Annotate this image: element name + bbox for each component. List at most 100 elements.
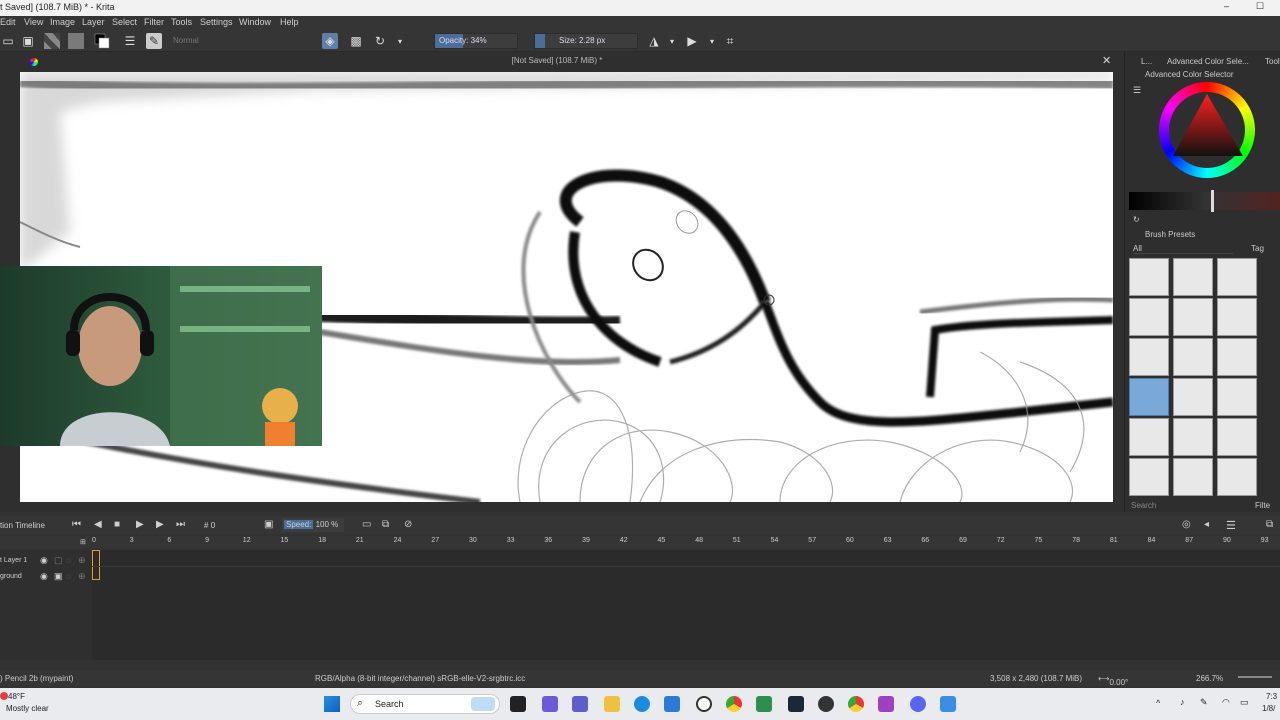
color-history-strip[interactable] <box>1129 192 1280 210</box>
menu-filter[interactable]: Filter <box>144 17 164 27</box>
pin-icon[interactable]: ⊞ <box>80 538 86 546</box>
brush-preset[interactable] <box>1129 458 1169 496</box>
file-explorer-icon[interactable] <box>604 696 620 712</box>
status-zoom[interactable]: 266.7% <box>1196 674 1223 683</box>
color-wheel-icon[interactable] <box>30 58 38 66</box>
brush-preset-active[interactable] <box>1129 378 1169 416</box>
hue-ring[interactable] <box>1159 82 1255 178</box>
brush-preset[interactable] <box>1129 298 1169 336</box>
teams-icon[interactable] <box>572 696 588 712</box>
pen-icon[interactable]: ✎ <box>1200 697 1208 708</box>
eye-icon[interactable]: ◉ <box>40 571 48 582</box>
filter-checkbox[interactable]: Filte <box>1255 501 1270 510</box>
brush-preset[interactable] <box>1129 418 1169 456</box>
menu-select[interactable]: Select <box>112 17 137 27</box>
steam-icon[interactable] <box>788 696 804 712</box>
menu-image[interactable]: Image <box>50 17 75 27</box>
tab-layers[interactable]: L... <box>1141 57 1152 66</box>
chrome-alt-icon[interactable] <box>848 696 864 712</box>
opacity-slider[interactable]: Opacity: 34% <box>434 33 518 49</box>
onion-skin-icon[interactable]: ▭ <box>362 519 371 530</box>
save-icon[interactable]: ▣ <box>20 33 36 49</box>
menu-settings[interactable]: Settings <box>200 17 233 27</box>
menu-view[interactable]: View <box>24 17 43 27</box>
clock-date[interactable]: 1/8/ <box>1262 704 1275 713</box>
clock-time[interactable]: 7:3 <box>1266 692 1277 701</box>
status-rotation[interactable]: ⟷ 0.00° <box>1098 674 1128 687</box>
brush-preset[interactable] <box>1173 338 1213 376</box>
pattern-icon[interactable] <box>44 33 60 49</box>
last-frame-icon[interactable]: ⏭ <box>176 519 185 530</box>
chevron-down-icon[interactable]: ▾ <box>664 33 680 49</box>
play-icon[interactable]: ▶ <box>136 519 144 530</box>
brush-preset[interactable] <box>1217 418 1257 456</box>
discord-icon[interactable] <box>910 696 926 712</box>
reload-preset-icon[interactable]: ↻ <box>372 33 388 49</box>
settings-icon[interactable]: ☰ <box>1133 85 1141 96</box>
brush-preset[interactable] <box>1173 258 1213 296</box>
wrap-around-icon[interactable]: ⌗ <box>722 33 738 49</box>
open-icon[interactable]: ▭ <box>0 33 16 49</box>
brush-preset-eraser[interactable] <box>1129 258 1169 296</box>
close-document-button[interactable]: ✕ <box>1102 54 1111 67</box>
menu-window[interactable]: Window <box>239 17 271 27</box>
brush-preset[interactable] <box>1173 458 1213 496</box>
taskbar-search[interactable]: ⌕ Search <box>350 694 500 714</box>
onion-icon[interactable]: ◌ <box>66 571 71 581</box>
menu-edit[interactable]: Edit <box>0 17 16 27</box>
first-frame-icon[interactable]: ⏮ <box>72 519 81 530</box>
playback-speed-field[interactable]: Speed: 100 % <box>282 518 344 532</box>
krita-icon[interactable] <box>878 696 894 712</box>
windows-start-icon[interactable] <box>324 696 340 712</box>
maximize-button[interactable]: ☐ <box>1256 1 1264 12</box>
timeline-layer-row[interactable]: t Layer 1 ◉ ▢ ◌ ⊕ <box>0 554 92 568</box>
fg-bg-color-icon[interactable] <box>94 33 110 49</box>
audio-icon[interactable]: ◎ <box>1182 519 1191 530</box>
brush-preset[interactable] <box>1129 338 1169 376</box>
menu-tools[interactable]: Tools <box>171 17 192 27</box>
task-view-icon[interactable] <box>510 696 526 712</box>
brush-preset[interactable] <box>1173 418 1213 456</box>
layers-icon[interactable]: ⧉ <box>382 519 389 530</box>
brush-preset[interactable] <box>1217 298 1257 336</box>
chevron-down-icon[interactable]: ▾ <box>704 33 720 49</box>
store-icon[interactable] <box>664 696 680 712</box>
size-slider[interactable]: Size: 2.28 px <box>534 33 638 49</box>
menu-icon[interactable]: ☰ <box>1226 519 1236 532</box>
menu-help[interactable]: Help <box>280 17 299 27</box>
onion-icon[interactable]: ◌ <box>66 555 71 565</box>
next-frame-icon[interactable]: ▶ <box>156 519 164 530</box>
frame-number-input[interactable]: # 0 <box>204 521 248 530</box>
preset-search-input[interactable]: Search <box>1131 501 1156 510</box>
value-slider-handle[interactable] <box>1211 190 1214 212</box>
chevron-down-icon[interactable]: ▾ <box>392 33 408 49</box>
tag-button[interactable]: Tag <box>1251 244 1264 253</box>
menu-layer[interactable]: Layer <box>82 17 105 27</box>
gradient-icon[interactable] <box>68 33 84 49</box>
battery-icon[interactable]: ▭ <box>1240 697 1249 708</box>
timeline-layer-row[interactable]: ground ◉ ▣ ◌ ⊕ <box>0 570 92 584</box>
mirror-horizontal-icon[interactable]: ◮ <box>646 33 662 49</box>
float-panel-icon[interactable]: ⧉ <box>1266 519 1273 530</box>
tray-chevron-icon[interactable]: ^ <box>1156 698 1160 708</box>
microphone-icon[interactable]: ♪ <box>1180 697 1185 707</box>
brush-preset[interactable] <box>1217 258 1257 296</box>
drop-frames-icon[interactable]: ⊘ <box>404 519 412 530</box>
volume-icon[interactable]: ◂ <box>1204 519 1209 530</box>
blend-mode-select[interactable]: Normal <box>168 33 318 49</box>
pin-layer-icon[interactable]: ⊕ <box>78 555 86 566</box>
pin-layer-icon[interactable]: ⊕ <box>78 571 86 582</box>
lock-icon[interactable]: ▢ <box>54 555 63 566</box>
brush-preset[interactable] <box>1217 378 1257 416</box>
weather-icon[interactable] <box>0 692 8 700</box>
refresh-icon[interactable]: ↻ <box>1133 215 1140 224</box>
eye-icon[interactable]: ◉ <box>40 555 48 566</box>
play-range-icon[interactable]: ▣ <box>264 519 273 530</box>
stop-icon[interactable]: ■ <box>114 519 120 530</box>
excel-icon[interactable] <box>756 696 772 712</box>
dell-icon[interactable] <box>696 696 712 712</box>
saturation-triangle[interactable] <box>1173 94 1243 156</box>
wifi-icon[interactable]: ◠ <box>1222 697 1230 708</box>
brush-preset[interactable] <box>1173 298 1213 336</box>
brush-preset[interactable] <box>1217 338 1257 376</box>
